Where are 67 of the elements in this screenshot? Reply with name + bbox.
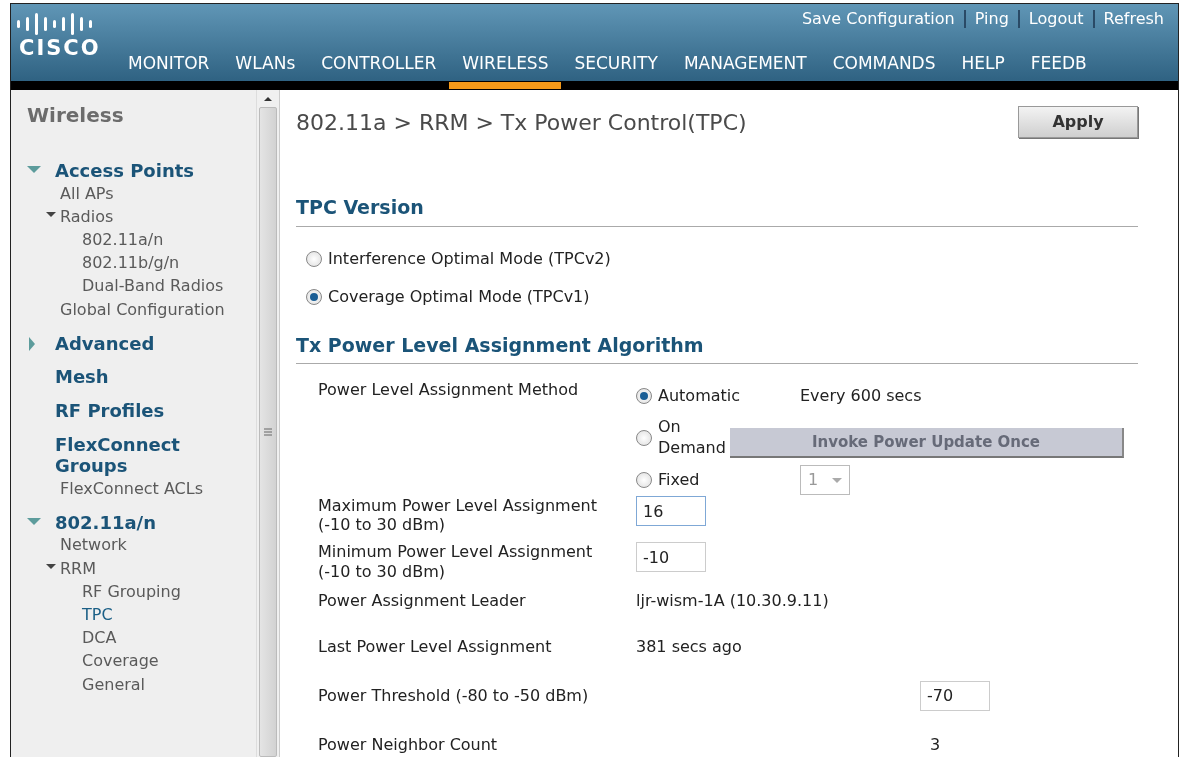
menu-tab[interactable]: MONITOR [115, 51, 223, 89]
logo-text: CISCO [19, 37, 102, 59]
sidebar-link[interactable]: All APs [60, 181, 114, 205]
sidebar-link[interactable]: TPC [82, 603, 113, 627]
radio-button[interactable] [636, 388, 652, 404]
radio-label: Interference Optimal Mode (TPCv2) [328, 247, 611, 270]
field-label: Power Neighbor Count [317, 735, 499, 755]
sidebar-link[interactable]: Coverage [82, 649, 159, 673]
sidebar-section-link[interactable]: Advanced [55, 332, 225, 355]
menu-tab[interactable]: FEEDB [1017, 51, 1100, 89]
field-label: Maximum Power Level Assignment (-10 to 30 dBm) [317, 496, 598, 535]
sidebar-section-link[interactable]: FlexConnect Groups [55, 433, 225, 477]
sidebar-link[interactable]: General [82, 672, 146, 696]
input-field[interactable]: -70 [920, 680, 990, 711]
sidebar-link[interactable]: RRM [60, 556, 97, 580]
menu-tab[interactable]: MANAGEMENT [670, 51, 820, 89]
field-label: Power Threshold (-80 to -50 dBm) [317, 686, 590, 706]
menu-tab[interactable]: CONTROLLER [308, 51, 450, 89]
radio-label: On Demand [658, 417, 727, 459]
header-link[interactable]: Logout [1028, 7, 1084, 31]
field-label: Power Level Assignment Method [317, 380, 580, 401]
section-heading: Tx Power Level Assignment Algorithm [296, 330, 1138, 364]
menu-tab[interactable]: SECURITY [561, 51, 671, 89]
sidebar-section-link[interactable]: Mesh [55, 366, 225, 388]
page-title: 802.11a > RRM > Tx Power Control(TPC) [296, 109, 747, 137]
sidebar-link[interactable]: DCA [82, 626, 117, 650]
sidebar-link[interactable]: Radios [60, 204, 114, 228]
sidebar-link[interactable]: Global Configuration [60, 297, 225, 321]
setting-value: 381 secs ago [636, 635, 742, 658]
radio-button[interactable] [636, 430, 652, 446]
menu-tab[interactable]: HELP [948, 51, 1018, 89]
radio-button[interactable] [306, 250, 322, 267]
radio-label: Coverage Optimal Mode (TPCv1) [328, 285, 590, 308]
scrollbar[interactable] [256, 90, 280, 757]
grip-icon [264, 428, 272, 436]
scrollbar-thumb[interactable] [259, 107, 277, 757]
menu-tab[interactable]: COMMANDS [819, 51, 949, 89]
sidebar-link[interactable]: 802.11a/n [82, 227, 164, 252]
sidebar-link[interactable]: Dual-Band Radios [82, 274, 224, 298]
sidebar-section-link[interactable]: RF Profiles [55, 399, 225, 422]
sidebar-link[interactable]: FlexConnect ACLs [60, 476, 203, 500]
section-heading: TPC Version [296, 193, 1138, 227]
apply-button[interactable]: Apply [1018, 106, 1138, 138]
header-link[interactable]: Ping [974, 7, 1009, 31]
sidebar-title: Wireless [27, 102, 125, 129]
setting-value: 3 [930, 733, 941, 756]
setting-value: Every 600 secs [800, 385, 922, 407]
sidebar-link[interactable]: Network [60, 533, 127, 557]
setting-value: ljr-wism-1A (10.30.9.11) [636, 589, 829, 612]
scroll-up-icon[interactable] [263, 95, 273, 103]
input-field[interactable]: -10 [636, 542, 706, 573]
field-label: Last Power Level Assignment [317, 637, 553, 657]
radio-button[interactable] [306, 288, 322, 305]
field-label: Minimum Power Level Assignment (-10 to 30 dBm) [317, 542, 594, 581]
radio-label: Fixed [658, 469, 700, 491]
header-link[interactable]: Save Configuration [801, 7, 955, 31]
menu-tab[interactable]: WLANs [222, 51, 309, 89]
sidebar-section-link[interactable]: 802.11a/n [55, 511, 225, 534]
dropdown-arrow-icon [832, 477, 842, 483]
sidebar-section-link[interactable]: Access Points [55, 160, 225, 182]
field-label: Power Assignment Leader [317, 591, 527, 611]
radio-button[interactable] [636, 472, 652, 488]
sidebar-link[interactable]: 802.11b/g/n [82, 251, 180, 275]
header-link[interactable]: Refresh [1103, 7, 1164, 31]
input-field[interactable]: 16 [636, 496, 706, 526]
sidebar-link[interactable]: RF Grouping [82, 579, 181, 604]
radio-label: Automatic [658, 385, 741, 407]
